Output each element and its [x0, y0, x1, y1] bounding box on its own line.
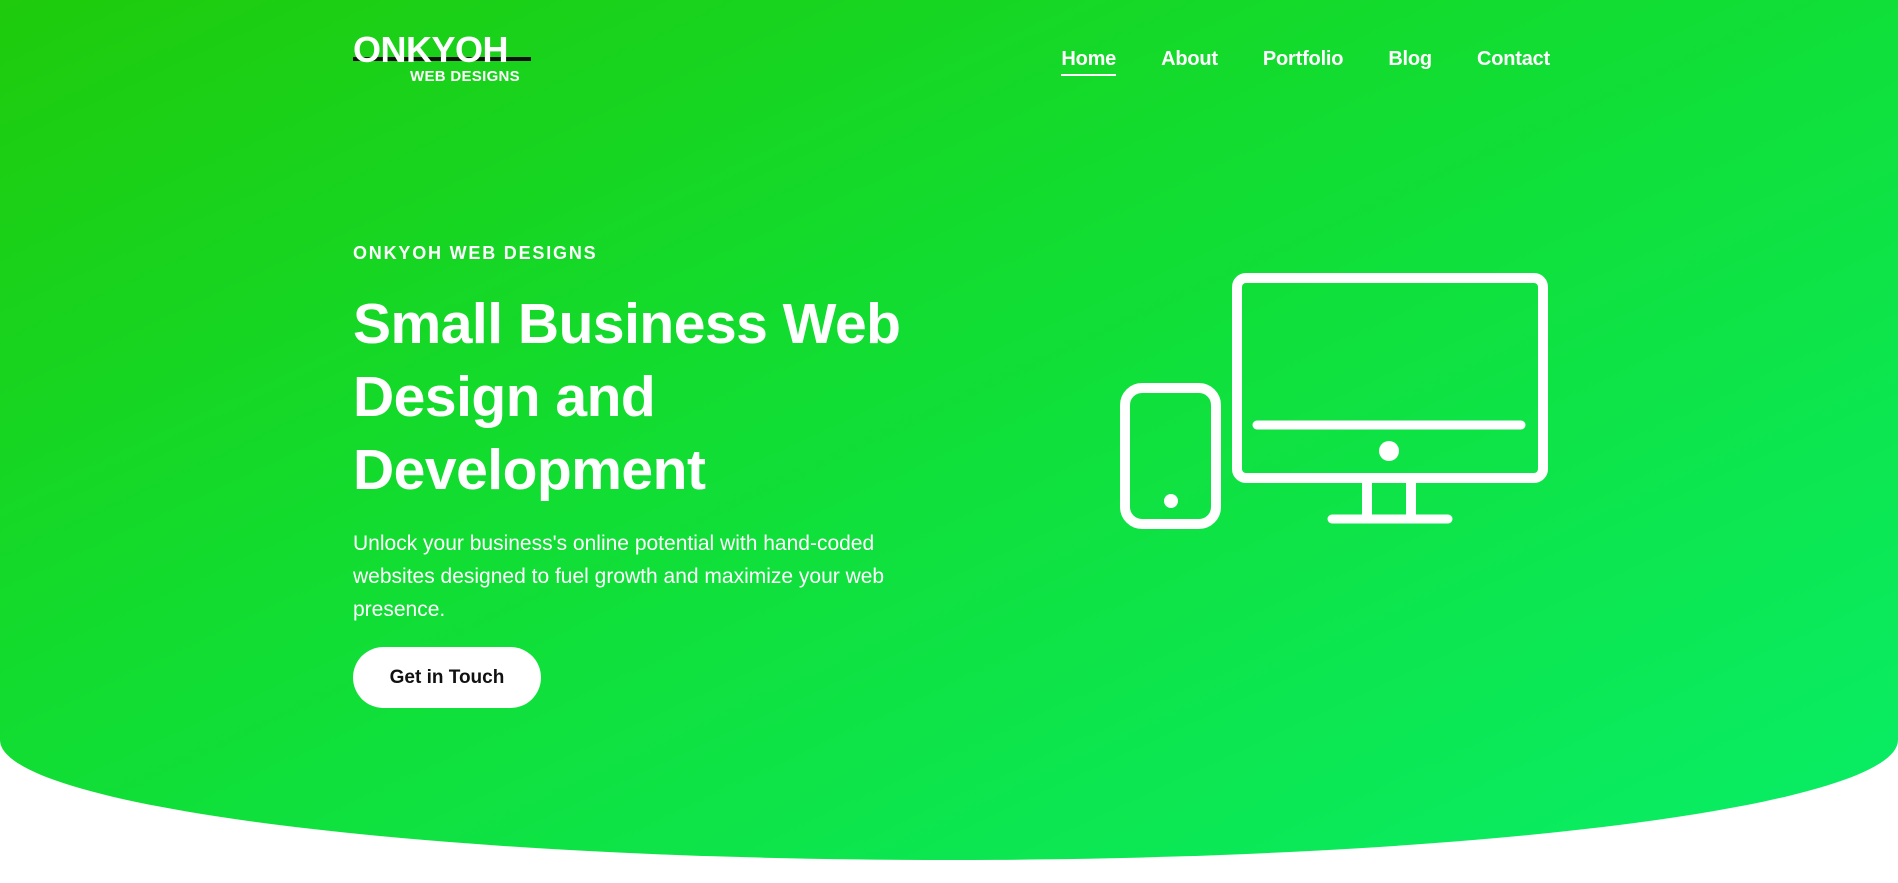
- devices-icon: [1115, 270, 1555, 540]
- nav-item-home[interactable]: Home: [1061, 46, 1116, 76]
- logo-main-text: ONKYOH: [353, 29, 509, 70]
- nav-item-blog[interactable]: Blog: [1388, 46, 1432, 76]
- hero-headline: Small Business Web Design and Developmen…: [353, 292, 901, 502]
- hero-lead: Unlock your business's online potential …: [353, 532, 885, 621]
- phone-icon: [1120, 383, 1221, 529]
- site-logo[interactable]: ONKYOH WEB DESIGNS: [353, 30, 533, 88]
- logo-sub-text: WEB DESIGNS: [410, 68, 520, 85]
- page: ONKYOH WEB DESIGNS Home About Portfolio …: [0, 0, 1898, 883]
- hero-eyebrow: ONKYOH WEB DESIGNS: [353, 243, 598, 263]
- monitor-icon: [1232, 273, 1548, 524]
- main-nav: Home About Portfolio Blog Contact: [1061, 46, 1550, 76]
- get-in-touch-button[interactable]: Get in Touch: [353, 647, 541, 708]
- nav-item-portfolio[interactable]: Portfolio: [1263, 46, 1344, 76]
- nav-item-about[interactable]: About: [1161, 46, 1218, 76]
- nav-item-contact[interactable]: Contact: [1477, 46, 1550, 76]
